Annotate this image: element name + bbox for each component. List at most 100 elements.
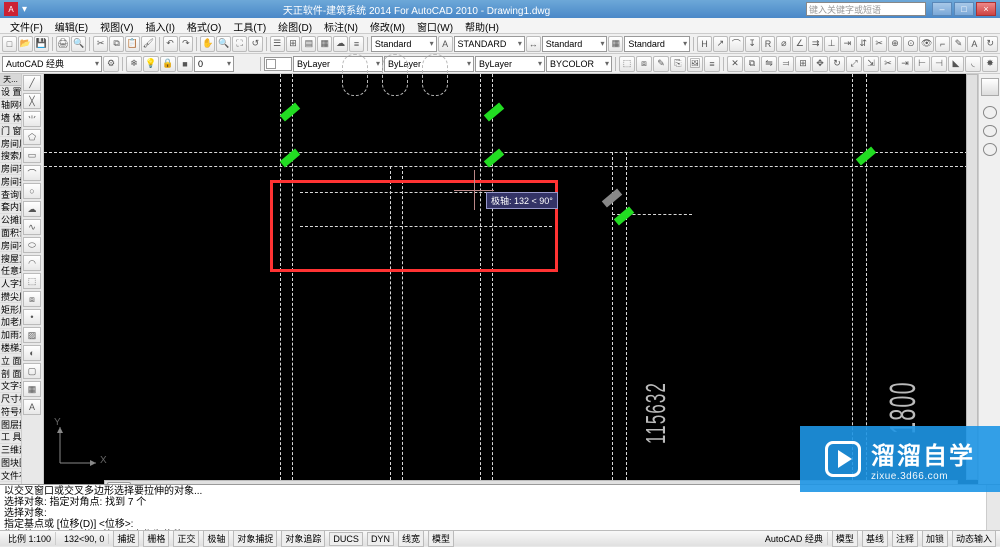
copy-icon[interactable]: ⧉ [109,36,124,52]
layer-freeze-icon[interactable]: ❄ [126,56,142,72]
palette-item[interactable]: 门 窗 [0,124,21,137]
palette-item[interactable]: 墙 体 [0,112,21,125]
layer-name-dropdown[interactable]: 0 [194,56,234,72]
menu-file[interactable]: 文件(F) [4,18,49,33]
mirror-icon[interactable]: ⇋ [761,56,777,72]
gradient-icon[interactable]: ◐ [23,345,41,361]
dimstyle-btn-icon[interactable]: ↔ [526,36,541,52]
toggle-otrack[interactable]: 对象追踪 [281,530,325,547]
xline-icon[interactable]: ╳ [23,93,41,109]
color-dropdown[interactable] [264,57,292,71]
fillet-icon[interactable]: ◟ [965,56,981,72]
palette-item[interactable]: 人字坡顶 [0,278,21,291]
palette-item[interactable]: 尺寸标注 [0,393,21,406]
status-btn[interactable]: 动态输入 [952,530,996,547]
spline-icon[interactable]: ∿ [23,219,41,235]
zoom-window-icon[interactable]: ⛶ [232,36,247,52]
dim-continue-icon[interactable]: ⇥ [840,36,855,52]
palette-item[interactable]: 三维建模 [0,444,21,457]
palette-item[interactable]: 设 置 [0,86,21,99]
plot-icon[interactable]: 🖨 [56,36,71,52]
polygon-icon[interactable]: ⬠ [23,129,41,145]
extend-icon[interactable]: ⇥ [897,56,913,72]
toggle-lwt[interactable]: 线宽 [398,530,424,547]
palette-item[interactable]: 任意坡顶 [0,265,21,278]
inspect-icon[interactable]: 👁 [919,36,934,52]
dim-baseline-icon[interactable]: ⊥ [824,36,839,52]
palette-item[interactable]: 面积计算 [0,227,21,240]
block-edit-icon[interactable]: ✎ [653,56,669,72]
rect-icon[interactable]: ▭ [23,147,41,163]
undo-icon[interactable]: ↶ [163,36,178,52]
preview-icon[interactable]: 🔍 [71,36,86,52]
menu-dim[interactable]: 标注(N) [318,18,364,33]
region-icon[interactable]: ▢ [23,363,41,379]
dim-quick-icon[interactable]: ⇉ [808,36,823,52]
palette-item[interactable]: 楼梯其他 [0,342,21,355]
menu-modify[interactable]: 修改(M) [364,18,411,33]
status-workspace[interactable]: AutoCAD 经典 [761,532,828,545]
block-create-icon[interactable]: ⧈ [636,56,652,72]
match-icon[interactable]: 🖌 [141,36,156,52]
palette-item[interactable]: 文件布图 [0,469,21,482]
pline-icon[interactable]: ⺌ [23,111,41,127]
viewcube-icon[interactable] [981,78,999,96]
erase-icon[interactable]: ✕ [727,56,743,72]
tablestyle-dropdown[interactable]: Standard [542,36,608,52]
palette-item[interactable]: 房间轮廓 [0,163,21,176]
copy2-icon[interactable]: ⧉ [744,56,760,72]
palette-item[interactable]: 工 具 [0,431,21,444]
nav-pan-icon[interactable] [983,106,997,119]
insert-block-icon[interactable]: ⬚ [23,273,41,289]
toggle-dyn[interactable]: DYN [367,532,394,546]
chamfer-icon[interactable]: ◣ [948,56,964,72]
calc-icon[interactable]: ≡ [349,36,364,52]
workspace-gear-icon[interactable]: ⚙ [103,56,119,72]
palette-item[interactable]: 公摊面积 [0,214,21,227]
cut-icon[interactable]: ✂ [93,36,108,52]
palette-item[interactable]: 套内面积 [0,201,21,214]
field-icon[interactable]: ≡ [704,56,720,72]
canvas-scroll-v[interactable] [966,74,978,480]
layer-color-icon[interactable]: ■ [177,56,193,72]
palette-item[interactable]: 文字表格 [0,380,21,393]
minimize-button[interactable]: – [932,2,952,16]
join-icon[interactable]: ⊣ [931,56,947,72]
table-btn-icon[interactable]: ▦ [608,36,623,52]
nav-orbit-icon[interactable] [983,143,997,156]
status-scale[interactable]: 比例 1:100 [4,532,56,545]
sheet-set-icon[interactable]: ▦ [317,36,332,52]
ellipse-arc-icon[interactable]: ◠ [23,255,41,271]
save-icon[interactable]: 💾 [34,36,49,52]
palette-item[interactable]: 房间屋顶 [0,137,21,150]
trim-icon[interactable]: ✂ [880,56,896,72]
layer-lock-icon[interactable]: 🔒 [160,56,176,72]
scale-icon[interactable]: ⤢ [846,56,862,72]
dim-ord-icon[interactable]: ↧ [745,36,760,52]
dimedit-icon[interactable]: ✎ [951,36,966,52]
dim-aligned-icon[interactable]: ↗ [713,36,728,52]
workspace-dropdown[interactable]: AutoCAD 经典 [2,56,102,72]
plotstyle-select[interactable]: BYCOLOR [546,56,612,72]
toggle-grid[interactable]: 栅格 [143,530,169,547]
dim-angular-icon[interactable]: ∠ [792,36,807,52]
palette-item[interactable]: 搜屋顶线 [0,252,21,265]
redo-icon[interactable]: ↷ [179,36,194,52]
center-icon[interactable]: ⊙ [903,36,918,52]
stretch-icon[interactable]: ⇲ [863,56,879,72]
textstyle-dropdown[interactable]: Standard [371,36,437,52]
open-icon[interactable]: 📂 [18,36,33,52]
dim-break-icon[interactable]: ✂ [872,36,887,52]
pan-icon[interactable]: ✋ [200,36,215,52]
point-icon[interactable]: • [23,309,41,325]
maximize-button[interactable]: □ [954,2,974,16]
palette-item[interactable]: 矩形屋顶 [0,303,21,316]
status-btn[interactable]: 注释 [892,530,918,547]
offset-icon[interactable]: ⫤ [778,56,794,72]
lineweight-select[interactable]: ByLayer [475,56,545,72]
palette-item[interactable]: 搜索房间 [0,150,21,163]
palette-item[interactable]: 符号标注 [0,406,21,419]
new-icon[interactable]: □ [2,36,17,52]
palette-item[interactable]: 房间布置 [0,239,21,252]
break-icon[interactable]: ⊢ [914,56,930,72]
